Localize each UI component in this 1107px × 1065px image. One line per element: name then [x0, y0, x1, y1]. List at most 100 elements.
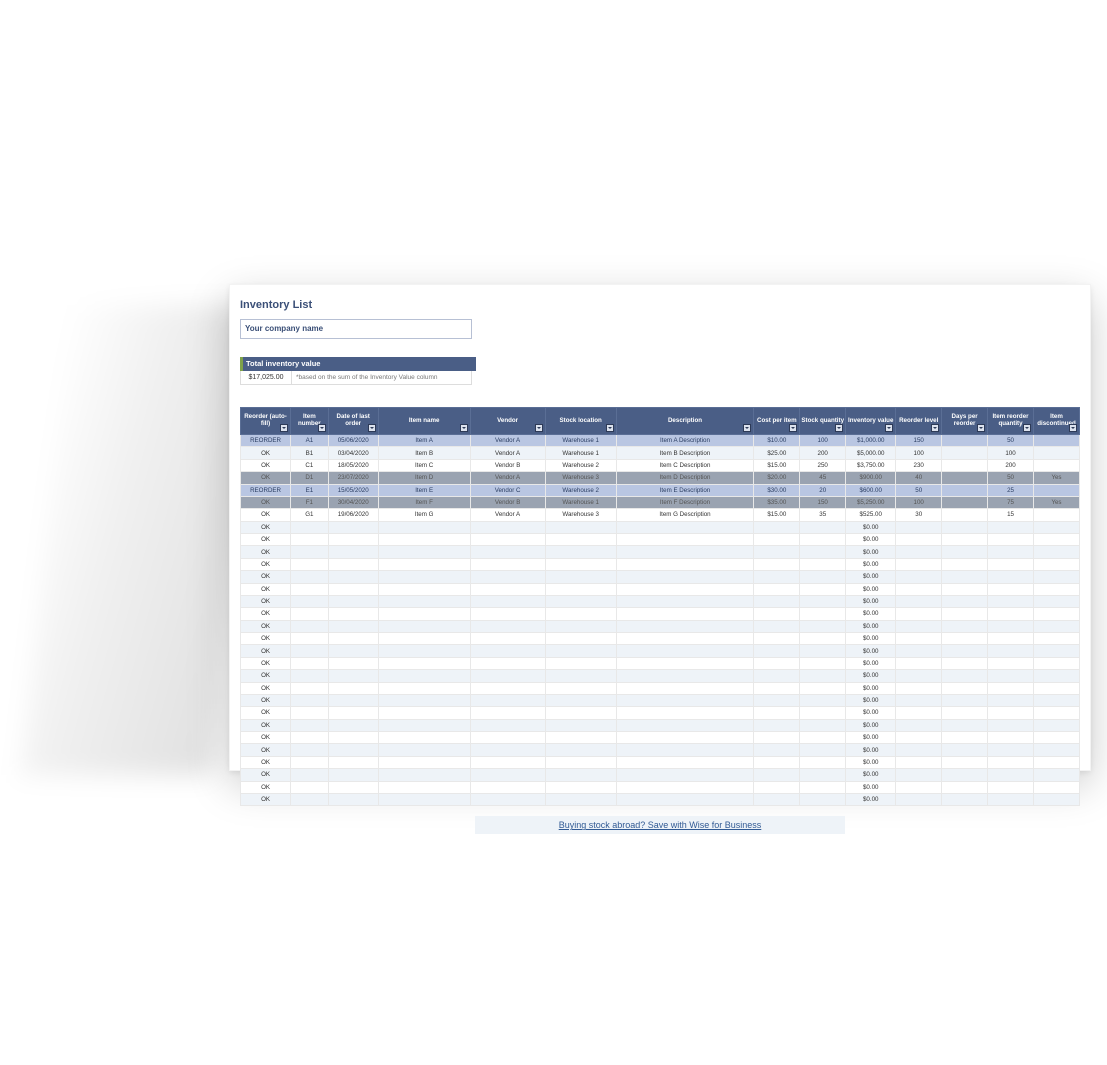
table-cell[interactable]: OK [241, 756, 291, 768]
table-cell[interactable] [896, 620, 942, 632]
table-cell[interactable] [988, 694, 1034, 706]
column-header[interactable]: Vendor [470, 408, 545, 435]
table-cell[interactable] [545, 732, 616, 744]
table-cell[interactable]: $0.00 [846, 756, 896, 768]
table-cell[interactable] [754, 521, 800, 533]
table-cell[interactable]: 100 [896, 447, 942, 459]
table-cell[interactable]: $25.00 [754, 447, 800, 459]
table-row[interactable]: OK$0.00 [241, 744, 1080, 756]
table-row[interactable]: OKF130/04/2020Item FVendor BWarehouse 1I… [241, 496, 1080, 508]
table-cell[interactable] [800, 583, 846, 595]
table-cell[interactable] [378, 546, 470, 558]
table-cell[interactable] [545, 534, 616, 546]
table-cell[interactable]: 45 [800, 472, 846, 484]
table-cell[interactable]: 150 [896, 435, 942, 447]
table-cell[interactable] [378, 571, 470, 583]
table-cell[interactable] [328, 571, 378, 583]
table-cell[interactable] [328, 546, 378, 558]
table-cell[interactable] [291, 781, 329, 793]
table-cell[interactable] [470, 670, 545, 682]
table-cell[interactable]: Vendor A [470, 435, 545, 447]
table-row[interactable]: OKC118/05/2020Item CVendor BWarehouse 2I… [241, 459, 1080, 471]
table-cell[interactable] [378, 744, 470, 756]
table-cell[interactable]: $0.00 [846, 645, 896, 657]
table-cell[interactable]: F1 [291, 496, 329, 508]
table-cell[interactable] [378, 620, 470, 632]
table-cell[interactable] [942, 732, 988, 744]
table-cell[interactable] [896, 707, 942, 719]
table-cell[interactable] [470, 534, 545, 546]
table-cell[interactable]: Vendor A [470, 472, 545, 484]
table-cell[interactable]: $0.00 [846, 781, 896, 793]
table-cell[interactable]: $0.00 [846, 620, 896, 632]
table-cell[interactable]: OK [241, 546, 291, 558]
table-cell[interactable] [800, 534, 846, 546]
table-cell[interactable] [616, 583, 754, 595]
table-cell[interactable] [1033, 719, 1079, 731]
table-cell[interactable] [616, 719, 754, 731]
table-cell[interactable]: Warehouse 1 [545, 496, 616, 508]
table-cell[interactable] [896, 744, 942, 756]
table-cell[interactable] [616, 620, 754, 632]
table-cell[interactable] [1033, 484, 1079, 496]
table-cell[interactable] [545, 595, 616, 607]
table-cell[interactable] [800, 595, 846, 607]
table-row[interactable]: OK $0.00 [241, 670, 1080, 682]
table-cell[interactable] [378, 608, 470, 620]
table-cell[interactable] [896, 756, 942, 768]
table-cell[interactable] [942, 521, 988, 533]
table-cell[interactable]: Item F [378, 496, 470, 508]
table-cell[interactable]: 75 [988, 496, 1034, 508]
table-cell[interactable] [942, 435, 988, 447]
table-cell[interactable] [470, 756, 545, 768]
table-cell[interactable]: OK [241, 447, 291, 459]
table-cell[interactable] [470, 608, 545, 620]
table-cell[interactable] [1033, 781, 1079, 793]
table-cell[interactable]: $0.00 [846, 670, 896, 682]
table-cell[interactable]: $0.00 [846, 793, 896, 805]
table-cell[interactable] [754, 719, 800, 731]
promo-link[interactable]: Buying stock abroad? Save with Wise for … [475, 816, 845, 834]
table-cell[interactable] [328, 620, 378, 632]
table-cell[interactable]: $1,000.00 [846, 435, 896, 447]
table-cell[interactable]: 100 [800, 435, 846, 447]
table-cell[interactable] [1033, 571, 1079, 583]
table-row[interactable]: OK$0.00 [241, 781, 1080, 793]
table-cell[interactable] [470, 571, 545, 583]
table-cell[interactable]: $0.00 [846, 657, 896, 669]
table-cell[interactable] [545, 620, 616, 632]
table-cell[interactable]: OK [241, 670, 291, 682]
table-cell[interactable] [378, 633, 470, 645]
table-cell[interactable] [470, 769, 545, 781]
table-cell[interactable] [988, 595, 1034, 607]
table-cell[interactable]: Item G [378, 509, 470, 521]
table-cell[interactable] [988, 682, 1034, 694]
table-cell[interactable] [470, 707, 545, 719]
table-cell[interactable]: OK [241, 620, 291, 632]
table-cell[interactable]: $0.00 [846, 534, 896, 546]
table-cell[interactable] [1033, 682, 1079, 694]
table-cell[interactable] [616, 744, 754, 756]
table-cell[interactable] [378, 595, 470, 607]
filter-icon[interactable] [977, 424, 985, 432]
table-row[interactable]: OKB103/04/2020Item BVendor AWarehouse 1I… [241, 447, 1080, 459]
table-cell[interactable] [545, 793, 616, 805]
table-cell[interactable] [754, 633, 800, 645]
table-cell[interactable] [896, 645, 942, 657]
table-cell[interactable] [616, 633, 754, 645]
filter-icon[interactable] [743, 424, 751, 432]
table-cell[interactable] [896, 558, 942, 570]
table-cell[interactable] [291, 608, 329, 620]
table-cell[interactable] [328, 633, 378, 645]
table-cell[interactable] [291, 571, 329, 583]
table-cell[interactable] [470, 744, 545, 756]
table-cell[interactable] [896, 583, 942, 595]
table-row[interactable]: OK$0.00 [241, 558, 1080, 570]
table-cell[interactable] [616, 682, 754, 694]
table-cell[interactable] [896, 694, 942, 706]
table-cell[interactable] [291, 707, 329, 719]
table-cell[interactable] [378, 719, 470, 731]
table-cell[interactable]: OK [241, 707, 291, 719]
table-cell[interactable] [328, 756, 378, 768]
table-cell[interactable] [800, 732, 846, 744]
